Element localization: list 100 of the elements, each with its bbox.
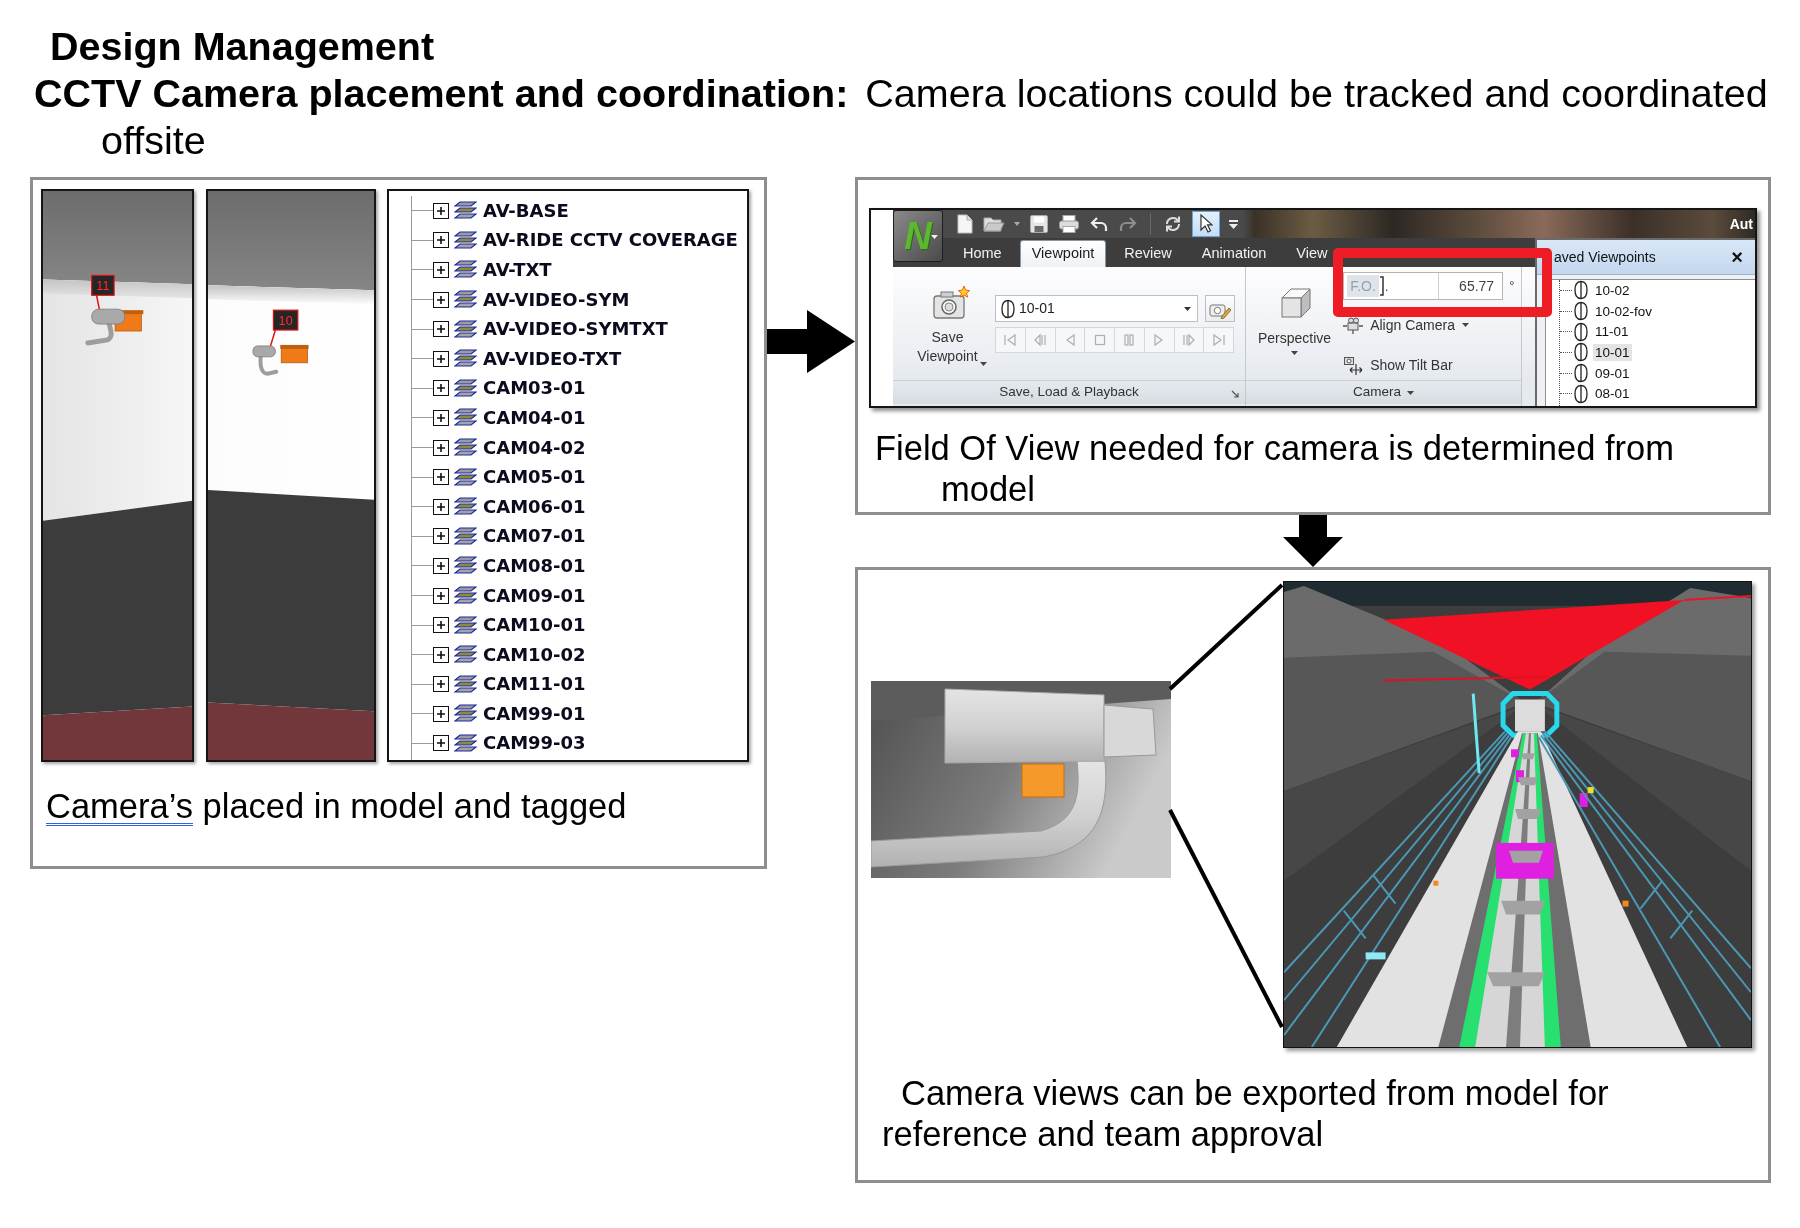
caret-icon (1184, 306, 1191, 311)
group-dropdown[interactable]: Camera (1353, 384, 1414, 401)
pause-icon (1122, 333, 1137, 347)
leader-line (95, 294, 101, 311)
tree-item[interactable]: CAM99-03 (412, 728, 586, 759)
expand-toggle-icon[interactable] (433, 617, 449, 634)
corner-arrow-icon[interactable] (1231, 390, 1239, 398)
toolbar-button[interactable] (1192, 211, 1220, 237)
ribbon-tab[interactable]: Viewpoint (1019, 240, 1107, 267)
show-tilt-bar-button[interactable]: Show Tilt Bar (1343, 355, 1453, 376)
expand-toggle-icon[interactable] (433, 262, 449, 278)
caption-text: Camera views can be exported from model for reference and team approval (882, 1073, 1610, 1155)
expand-toggle-icon[interactable] (433, 409, 449, 426)
caret-icon[interactable] (1014, 222, 1020, 226)
caret-icon (931, 235, 938, 239)
close-button[interactable]: × (1731, 247, 1743, 267)
align-camera-button[interactable]: Align Camera (1343, 315, 1469, 335)
layers-icon (454, 467, 477, 487)
caret-icon (1462, 323, 1469, 327)
expand-toggle-icon[interactable] (433, 202, 449, 219)
edit-button[interactable] (1205, 295, 1235, 322)
expand-toggle-icon[interactable] (433, 291, 449, 308)
refresh-icon[interactable] (1163, 214, 1183, 234)
redo-icon[interactable] (1118, 215, 1138, 233)
tree-item[interactable]: CAM11-01 (412, 669, 586, 700)
down-arrow (1283, 515, 1343, 567)
camera-tag: 11 (91, 274, 115, 296)
layers-icon (454, 319, 477, 339)
undo-icon[interactable] (1089, 215, 1109, 233)
new-document-icon[interactable] (956, 214, 974, 234)
camera-tag: 10 (272, 309, 299, 331)
expand-toggle-icon[interactable] (433, 350, 449, 367)
expand-toggle-icon[interactable] (433, 498, 449, 515)
layers-icon (454, 526, 477, 546)
expand-toggle-icon[interactable] (433, 587, 449, 604)
tree-item[interactable]: CAM99-01 (412, 699, 586, 729)
expand-toggle-icon[interactable] (433, 321, 449, 338)
cctv-camera-icon (252, 344, 309, 376)
viewpoint-item[interactable]: 09-01 (1593, 364, 1632, 382)
perspective-button[interactable]: Perspective (1258, 267, 1332, 355)
tree-item[interactable]: CAM05-01 (412, 462, 586, 492)
fov-field[interactable]: F.O. . 65.77 (1343, 272, 1504, 300)
tree-item[interactable]: CAM03-01 (412, 373, 586, 404)
expand-toggle-icon[interactable] (433, 469, 449, 486)
tree-item[interactable]: CAM09-01 (412, 580, 586, 611)
unit-label: ° (1509, 278, 1515, 294)
printer-icon[interactable] (1058, 214, 1080, 234)
ribbon-tab[interactable]: Animation (1189, 240, 1279, 267)
slide-subtitle: CCTV Camera placement and coordination: Camera locations could be tracked and coordinated offsite (34, 70, 1769, 164)
expand-toggle-icon[interactable] (433, 705, 449, 722)
viewpoint-item[interactable]: 08-01 (1593, 385, 1632, 403)
camera-move-icon (1343, 355, 1364, 376)
expand-toggle-icon[interactable] (433, 439, 449, 456)
tree-item[interactable]: CAM04-02 (412, 432, 586, 463)
tree-item[interactable]: AV-RIDE CCTV COVERAGE (412, 225, 738, 256)
cylinder-icon (1573, 321, 1589, 342)
tree-item[interactable]: AV-VIDEO-SYM (412, 284, 630, 315)
layers-icon (454, 408, 477, 428)
cylinder-icon (1573, 363, 1589, 384)
cylinder-icon (1000, 298, 1016, 319)
viewpoint-item[interactable]: 10-02-fov (1593, 302, 1655, 320)
ribbon-tab[interactable]: Home (951, 240, 1014, 267)
slide-title: Design Management (50, 23, 435, 70)
caret-icon[interactable] (1229, 219, 1238, 229)
viewpoint-item[interactable]: 11-01 (1593, 323, 1631, 341)
tree-item[interactable]: CAM10-02 (412, 639, 586, 670)
tree-item[interactable]: CAM07-01 (412, 521, 586, 552)
expand-toggle-icon[interactable] (433, 676, 449, 693)
expand-toggle-icon[interactable] (433, 232, 449, 249)
expand-toggle-icon[interactable] (433, 646, 449, 663)
tree-item[interactable]: CAM06-01 (412, 491, 586, 522)
expand-toggle-icon[interactable] (433, 528, 449, 545)
save-viewpoint-button[interactable]: Save Viewpoint (914, 267, 988, 366)
ribbon-tab[interactable]: View (1284, 240, 1340, 267)
layers-icon (454, 497, 477, 517)
save-icon[interactable] (1029, 214, 1049, 234)
tree-item[interactable]: CAM08-01 (412, 551, 586, 581)
caret-icon (1291, 351, 1299, 355)
tree-item[interactable]: CAM10-01 (412, 610, 586, 640)
step-back-icon (1033, 333, 1048, 347)
expand-toggle-icon[interactable] (433, 380, 449, 397)
open-folder-icon[interactable] (983, 215, 1005, 233)
tree-item[interactable]: CAM04-01 (412, 403, 586, 433)
layers-icon (454, 586, 477, 605)
layers-icon (454, 674, 477, 694)
tree-item[interactable]: AV-VIDEO-TXT (412, 343, 622, 374)
layers-icon (454, 349, 477, 369)
tree-item[interactable]: AV-TXT (412, 255, 552, 285)
tree-item[interactable]: AV-VIDEO-SYMTXT (412, 314, 668, 344)
tree-item[interactable]: AV-BASE (412, 196, 569, 226)
expand-toggle-icon[interactable] (433, 557, 449, 574)
viewpoint-dropdown[interactable]: 10-01 (995, 295, 1198, 322)
layers-icon (454, 615, 477, 635)
cylinder-icon (1573, 301, 1589, 322)
ribbon-tab[interactable]: Review (1112, 240, 1184, 267)
expand-toggle-icon[interactable] (433, 735, 449, 752)
layers-icon (454, 704, 477, 724)
panel-title: aved Viewpoints (1554, 248, 1656, 266)
viewpoint-item[interactable]: 10-01 (1593, 343, 1632, 361)
viewpoint-item[interactable]: 10-02 (1593, 281, 1632, 299)
